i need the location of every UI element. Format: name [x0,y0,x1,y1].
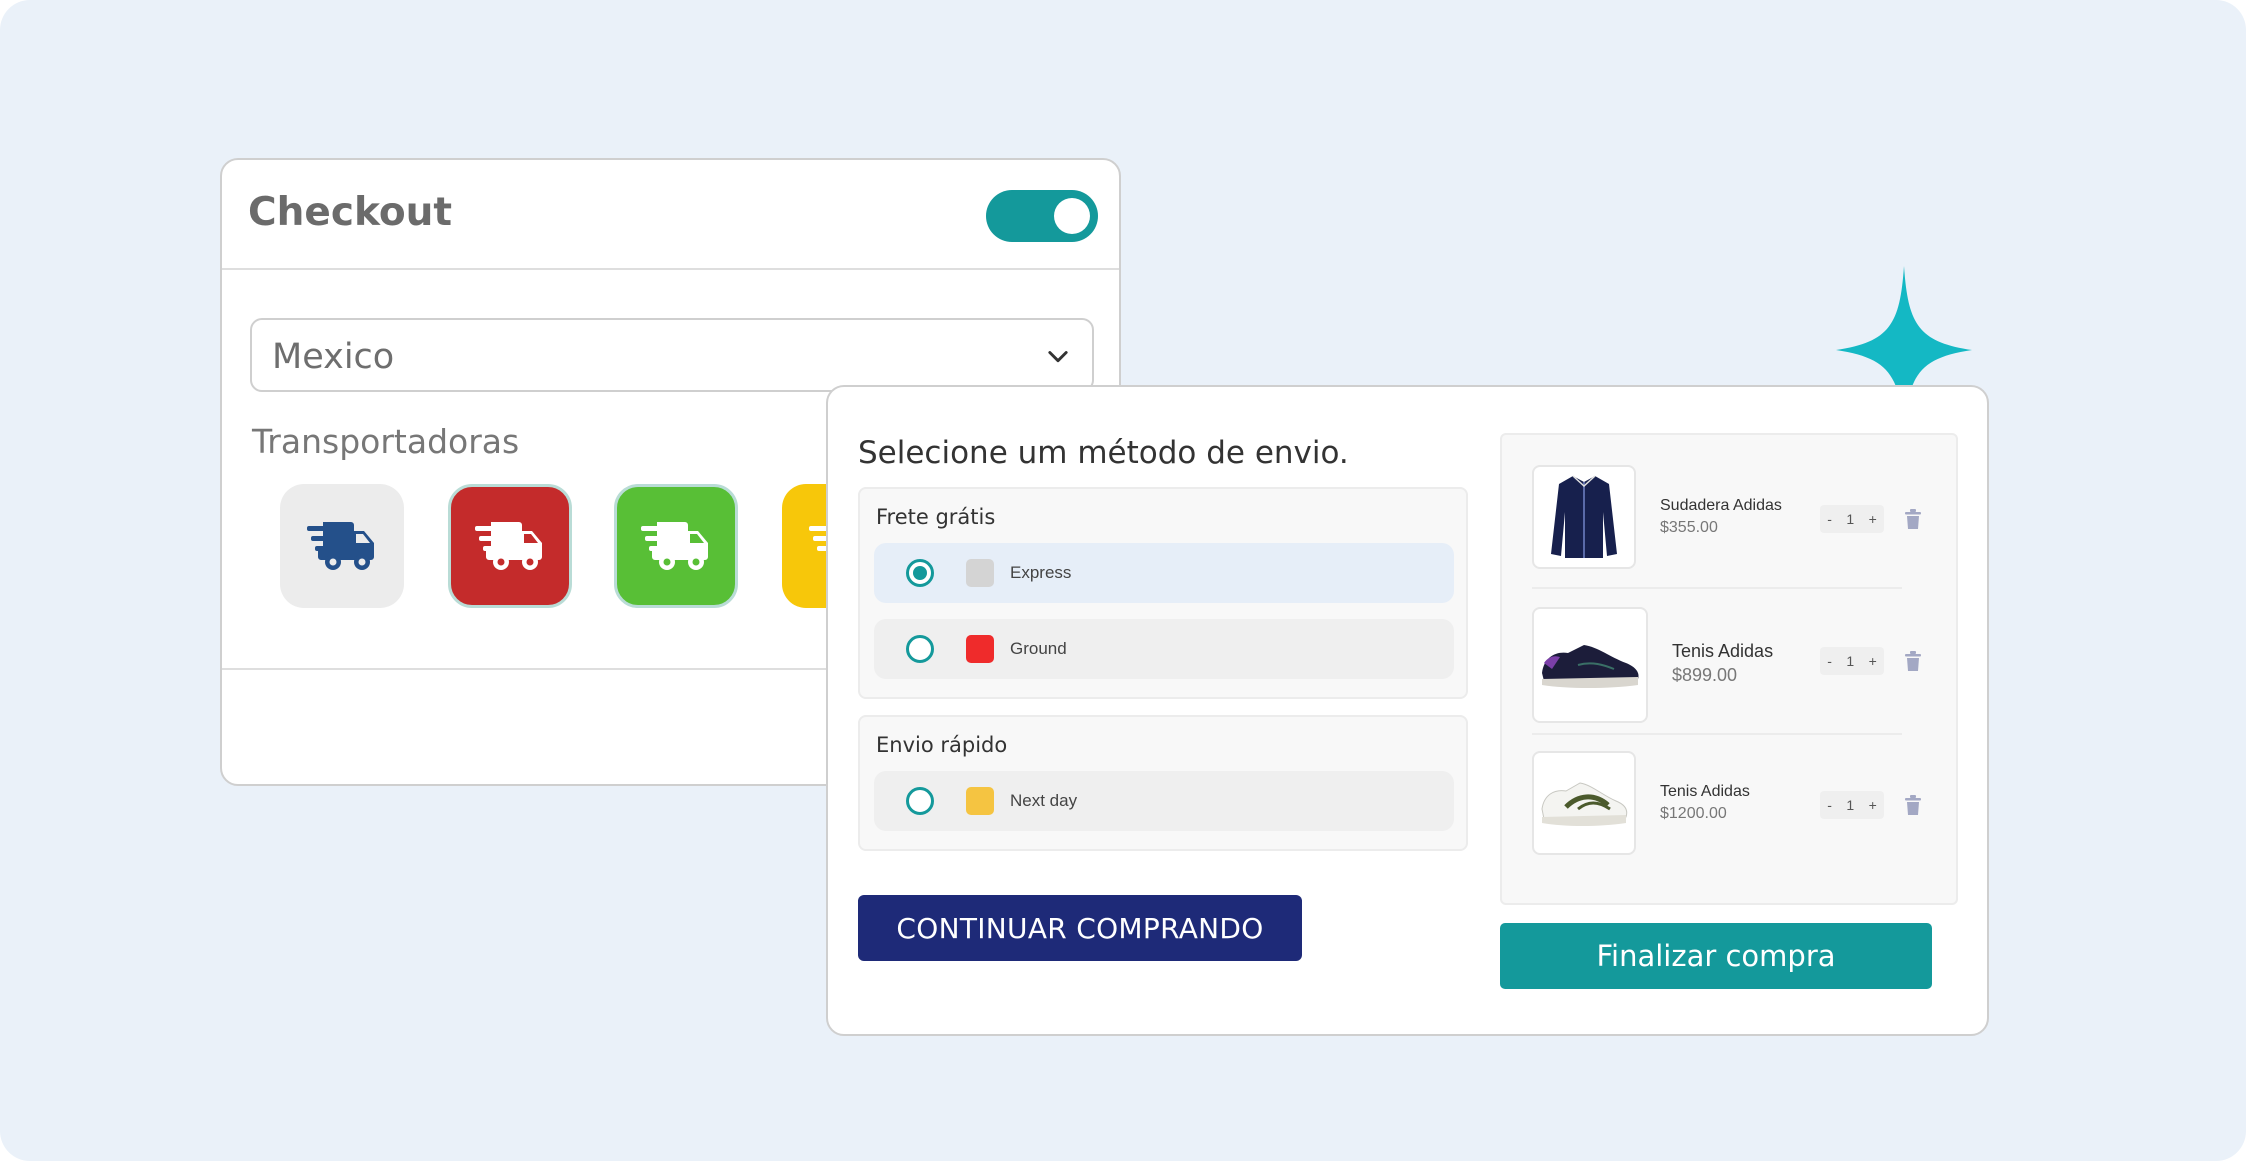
carrier-option-2[interactable] [448,484,572,608]
trash-icon[interactable] [1904,651,1922,671]
increment-button[interactable]: + [1869,511,1877,527]
quantity-value: 1 [1846,653,1855,669]
group-title: Envio rápido [876,733,1008,757]
carrier-option-1[interactable] [280,484,404,608]
cart-panel: Sudadera Adidas $355.00 - 1 + Tenis Adid… [1500,433,1958,905]
checkout-title: Checkout [248,190,453,235]
item-name: Tenis Adidas [1672,641,1774,661]
product-thumbnail [1532,465,1636,569]
quantity-value: 1 [1846,797,1855,813]
item-price: $355.00 [1660,519,1718,536]
carriers-label: Transportadoras [252,422,520,461]
decrement-button[interactable]: - [1827,511,1832,527]
canvas-background: Checkout Mexico Transportadoras Selecion… [0,0,2246,1161]
item-name: Sudadera Adidas [1660,497,1782,514]
radio-button[interactable] [906,559,934,587]
checkout-toggle[interactable] [986,190,1098,242]
cart-item: Tenis Adidas $1200.00 - 1 + [1532,751,1932,861]
increment-button[interactable]: + [1869,797,1877,813]
shipping-card: Selecione um método de envio. Frete grát… [826,385,1989,1036]
radio-selected-dot [913,566,927,580]
radio-button[interactable] [906,787,934,815]
quantity-stepper[interactable]: - 1 + [1820,647,1884,675]
truck-icon [641,522,708,570]
carrier-option-3[interactable] [614,484,738,608]
item-price: $899.00 [1672,665,1738,685]
quantity-stepper[interactable]: - 1 + [1820,791,1884,819]
toggle-knob [1054,198,1090,234]
sneaker-image [1542,645,1639,688]
divider [1532,733,1902,735]
group-title: Frete grátis [876,505,996,529]
country-value: Mexico [272,337,395,377]
increment-button[interactable]: + [1869,653,1877,669]
country-select[interactable]: Mexico [250,318,1094,392]
shipping-option-express[interactable]: Express [874,543,1454,603]
truck-icon [475,522,542,570]
jacket-image [1551,475,1617,558]
trash-icon[interactable] [1904,795,1922,815]
option-label: Ground [1010,639,1067,658]
chevron-down-icon [1048,351,1068,363]
radio-button[interactable] [906,635,934,663]
carrier-swatch [966,635,994,663]
option-label: Express [1010,563,1072,582]
shipping-group-free: Frete grátis Express Ground [858,487,1468,699]
shipping-option-ground[interactable]: Ground [874,619,1454,679]
item-price: $1200.00 [1660,805,1727,822]
quantity-stepper[interactable]: - 1 + [1820,505,1884,533]
decrement-button[interactable]: - [1827,797,1832,813]
sneaker-image [1541,782,1628,826]
finalize-purchase-button[interactable]: Finalizar compra [1500,923,1932,989]
cart-item: Sudadera Adidas $355.00 - 1 + [1532,465,1932,575]
carrier-swatch [966,787,994,815]
product-thumbnail [1532,751,1636,855]
trash-icon[interactable] [1904,509,1922,529]
decrement-button[interactable]: - [1827,653,1832,669]
continue-shopping-button[interactable]: CONTINUAR COMPRANDO [858,895,1302,961]
product-thumbnail [1532,607,1648,723]
option-label: Next day [1010,791,1078,810]
item-name: Tenis Adidas [1660,783,1750,800]
divider [222,268,1119,270]
quantity-value: 1 [1846,511,1855,527]
shipping-option-next-day[interactable]: Next day [874,771,1454,831]
divider [1532,587,1902,589]
shipping-title: Selecione um método de envio. [858,435,1349,471]
shipping-group-fast: Envio rápido Next day [858,715,1468,851]
truck-icon [307,522,374,570]
cart-item: Tenis Adidas $899.00 - 1 + [1532,607,1932,723]
carrier-swatch [966,559,994,587]
